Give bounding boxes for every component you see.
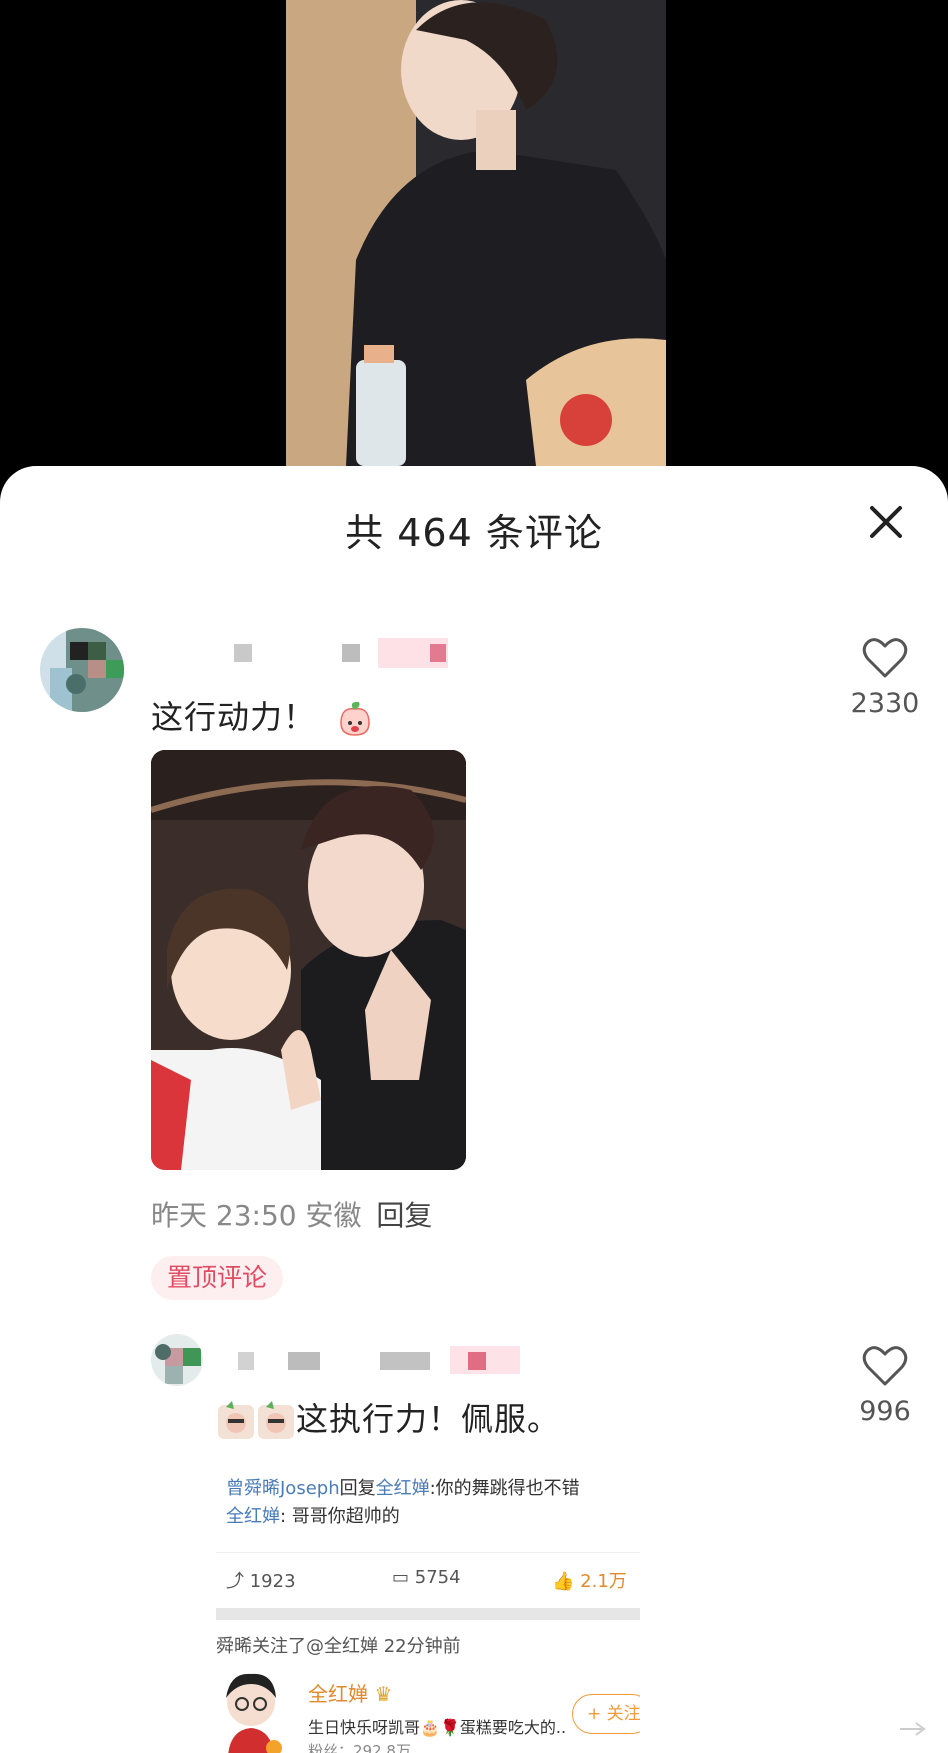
avatar[interactable] [151, 1334, 203, 1386]
like-button[interactable]: 2330 [840, 634, 930, 719]
comment-sheet: 共 464 条评论 这行动力！ 2330 昨天 23:50 安徽 回复 置顶评论… [0, 466, 948, 1753]
embedded-screenshot[interactable]: 曾舜晞Joseph回复全红婵:你的舞跳得也不错 全红婵: 哥哥你超帅的 ⤴ 19… [216, 1466, 640, 1753]
comment-meta: 昨天 23:50 安徽 回复 [151, 1199, 433, 1232]
watermark-icon [898, 1719, 928, 1739]
like-count: 996 [859, 1396, 911, 1427]
heart-icon [862, 638, 908, 678]
avatar [216, 1666, 286, 1753]
follow-button[interactable]: + 关注 [572, 1694, 640, 1734]
avatar[interactable] [40, 628, 124, 712]
username-blurred[interactable] [230, 1344, 530, 1374]
pinned-badge: 置顶评论 [151, 1256, 284, 1300]
cake-icon: 🎂 [420, 1718, 440, 1737]
comment-image[interactable] [151, 750, 466, 1170]
follow-note: 舜晞关注了@全红婵 22分钟前 [216, 1636, 461, 1657]
like-count: 2330 [850, 688, 920, 719]
username-blurred[interactable] [190, 636, 470, 668]
thumbs-up-icon: 👍 [552, 1571, 575, 1592]
sticker-emoji-icon [218, 1401, 294, 1439]
divider [216, 1608, 640, 1620]
comment-icon: ▭ [392, 1567, 410, 1588]
crown-icon: ♛ [374, 1682, 393, 1706]
post-image-area [0, 0, 948, 480]
like-button[interactable]: 996 [840, 1342, 930, 1427]
heart-icon [862, 1346, 908, 1386]
card-username: 全红婵 ♛ [308, 1682, 393, 1706]
embed-reply-line: 曾舜晞Joseph回复全红婵:你的舞跳得也不错 [226, 1478, 580, 1499]
rose-icon: 🌹 [439, 1718, 460, 1737]
comment-text: 这执行力！佩服。 [216, 1394, 560, 1441]
post-image[interactable] [286, 0, 666, 466]
reply-button[interactable]: 回复 [376, 1199, 432, 1232]
close-icon[interactable] [864, 500, 908, 544]
comment-count-title: 共 464 条评论 [345, 511, 603, 555]
share-icon: ⤴ [226, 1571, 244, 1592]
embed-reply-line: 全红婵: 哥哥你超帅的 [226, 1506, 400, 1527]
card-fans: 粉丝：292.8万 [308, 1742, 411, 1753]
embed-stats-bar: ⤴ 1923 ▭ 5754 👍 2.1万 [216, 1552, 640, 1604]
comment-text: 这行动力！ [151, 692, 375, 739]
card-desc: 生日快乐呀凯哥🎂🌹蛋糕要吃大的.. [308, 1718, 567, 1737]
peach-emoji-icon [340, 701, 370, 736]
